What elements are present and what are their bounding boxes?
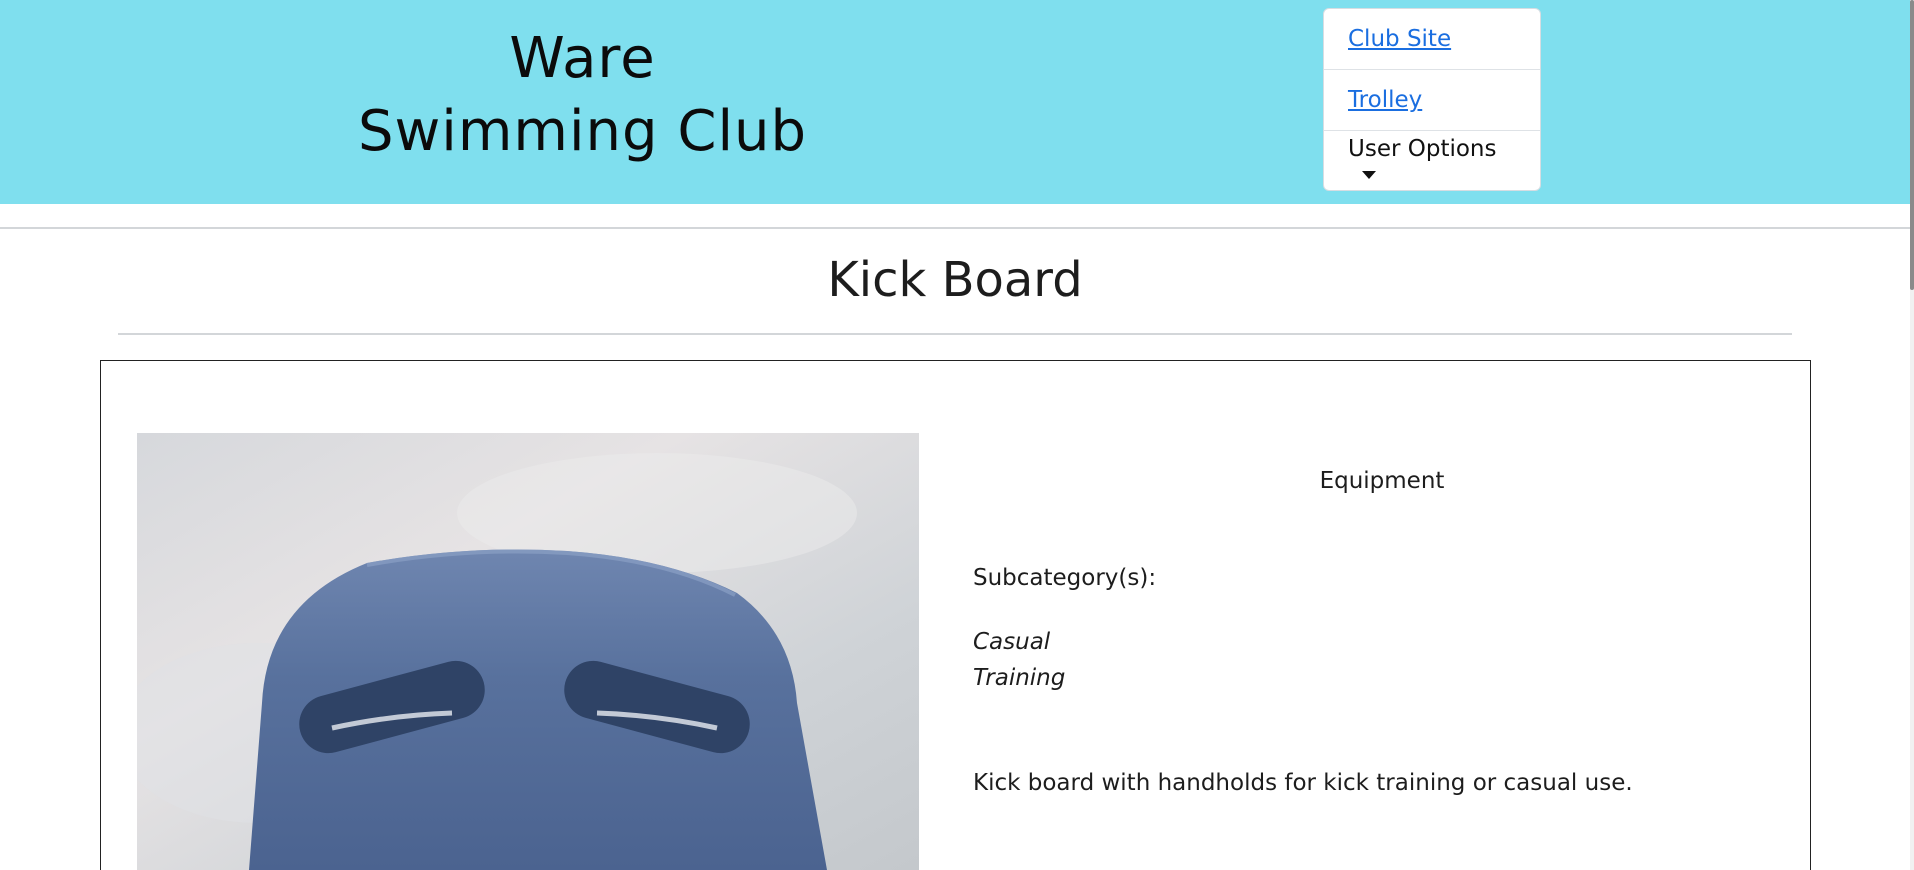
subcategory-list: Casual Training xyxy=(973,624,1065,696)
product-image xyxy=(137,433,919,870)
nav-item-club-site: Club Site xyxy=(1324,9,1540,70)
user-options-dropdown[interactable]: User Options xyxy=(1348,136,1516,188)
brand-line-1: Ware xyxy=(509,26,656,91)
user-options-label: User Options xyxy=(1348,135,1497,162)
header-divider xyxy=(0,227,1910,229)
page: Ware Swimming Club Club Site Trolley Use… xyxy=(0,0,1914,870)
subcategory-label: Subcategory(s): xyxy=(973,565,1157,591)
title-divider xyxy=(118,333,1792,335)
nav-item-trolley: Trolley xyxy=(1324,70,1540,131)
scrollbar-thumb[interactable] xyxy=(1910,0,1914,290)
brand-line-2: Swimming Club xyxy=(357,99,808,164)
trolley-link[interactable]: Trolley xyxy=(1348,87,1422,113)
subcategory-item: Casual xyxy=(973,629,1051,655)
site-brand: Ware Swimming Club xyxy=(300,22,865,168)
page-title: Kick Board xyxy=(827,252,1083,308)
site-header: Ware Swimming Club Club Site Trolley Use… xyxy=(0,0,1910,204)
club-site-link[interactable]: Club Site xyxy=(1348,26,1451,52)
main-nav: Club Site Trolley User Options xyxy=(1323,8,1541,191)
subcategory-item: Training xyxy=(973,665,1066,691)
product-description: Kick board with handholds for kick train… xyxy=(973,770,1633,796)
caret-down-icon xyxy=(1362,171,1376,179)
product-category: Equipment xyxy=(1319,468,1445,494)
nav-item-user-options: User Options xyxy=(1324,131,1540,192)
